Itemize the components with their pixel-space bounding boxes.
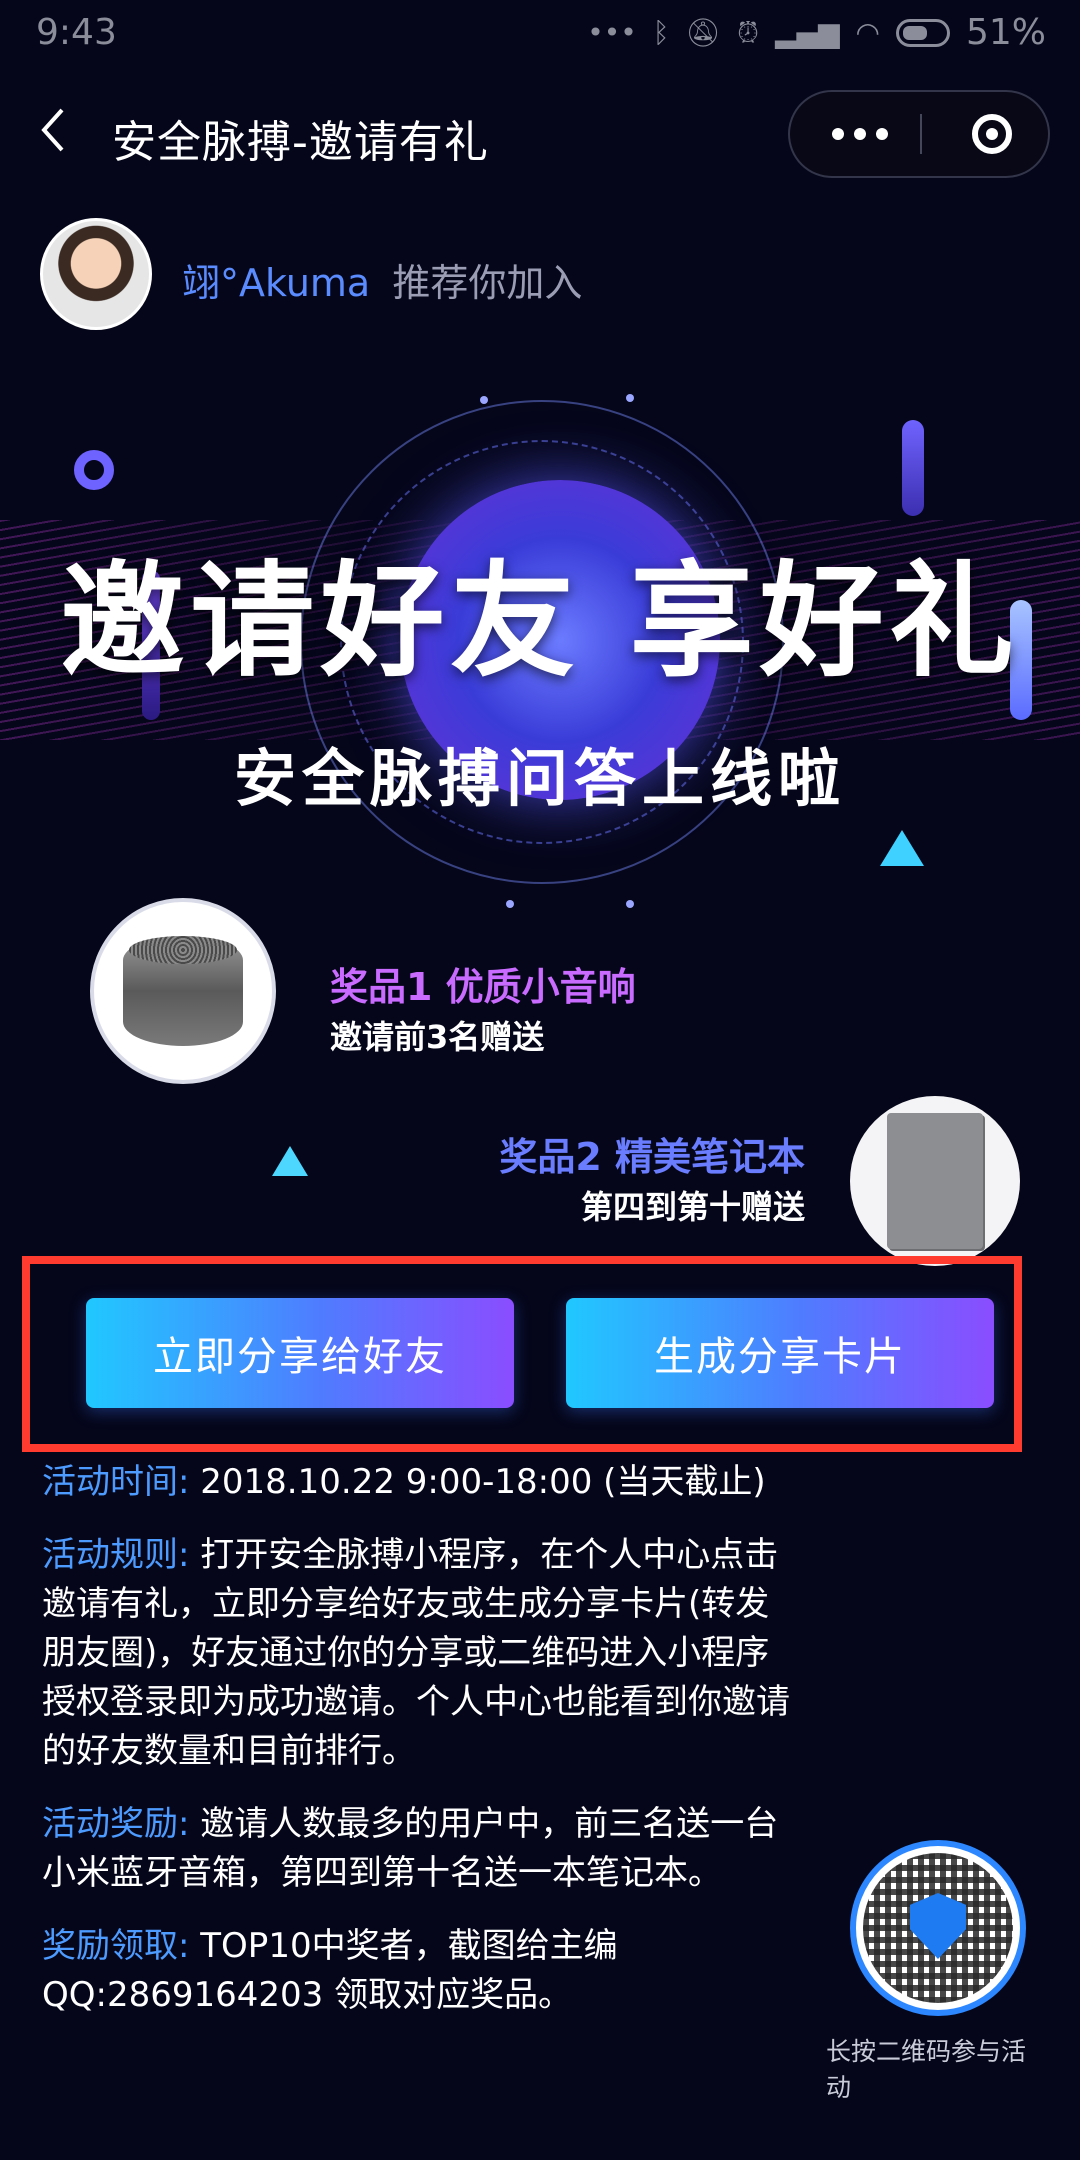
rule-text: 2018.10.22 9:00-18:00 (当天截止) [200,1462,766,1502]
bluetooth-icon: ᛒ [652,16,670,49]
battery-icon [895,18,950,47]
more-dots-icon: ••• [587,16,637,49]
avatar [40,218,152,330]
mini-program-capsule [788,90,1050,178]
signal-icon: ▂▄▆ [774,16,840,49]
rule-label: 活动奖励 [42,1804,189,1844]
dot-decoration [626,900,634,908]
inviter-text: 推荐你加入 [392,261,583,305]
prize1-title: 奖品1 优质小音响 [330,965,636,1009]
page-title: 安全脉搏-邀请有礼 [112,117,489,168]
close-button[interactable] [942,92,1042,176]
capsule-divider [920,114,922,154]
banner-subtitle: 安全脉搏问答上线啦 [233,742,846,815]
dot-decoration [480,396,488,404]
wifi-icon: ◠ [855,16,880,49]
chevron-left-icon [41,108,64,152]
shield-icon [910,1893,966,1959]
more-button[interactable] [810,92,910,176]
share-to-friends-button[interactable]: 立即分享给好友 [86,1298,514,1408]
notebook-icon [887,1113,983,1249]
dot-decoration [626,394,634,402]
more-dot-icon [854,128,866,140]
ring-decoration-icon [74,450,114,490]
notebook-image [850,1096,1020,1266]
rule-label: 活动时间 [42,1462,189,1502]
pill-decoration [902,420,924,516]
rules-section: 活动时间 2018.10.22 9:00-18:00 (当天截止) 活动规则 打… [42,1458,802,2044]
qr-pattern [863,1853,1013,2003]
rule-rewards: 活动奖励 邀请人数最多的用户中，前三名送一台小米蓝牙音箱，第四到第十名送一本笔记… [42,1800,802,1898]
back-button[interactable] [30,104,82,156]
banner-title: 邀请好友 享好礼 [60,550,1020,694]
more-dot-icon [876,128,888,140]
prize2-title: 奖品2 精美笔记本 [499,1135,805,1179]
dot-decoration [506,900,514,908]
triangle-decoration-icon [272,1146,308,1176]
rule-label: 奖励领取 [42,1926,189,1966]
qr-code[interactable] [850,1840,1026,2016]
speaker-icon [123,936,243,1046]
inviter-name: 翊°Akuma [182,261,371,305]
mute-icon: 🔕︎ [685,16,722,49]
rule-time: 活动时间 2018.10.22 9:00-18:00 (当天截止) [42,1458,802,1507]
alarm-icon: ⏰︎ [737,15,759,49]
banner: 邀请好友 享好礼 安全脉搏问答上线啦 [0,360,1080,920]
rule-claim: 奖励领取 TOP10中奖者，截图给主编QQ:2869164203 领取对应奖品。 [42,1922,802,2020]
rule-label: 活动规则 [42,1535,189,1575]
status-time: 9:43 [36,12,117,53]
inviter-row: 翊°Akuma 推荐你加入 [182,252,582,307]
status-bar: 9:43 ••• ᛒ 🔕︎ ⏰︎ ▂▄▆ ◠ 51% [0,0,1080,70]
close-target-icon [972,114,1012,154]
qr-caption: 长按二维码参与活动 [826,2037,1027,2102]
triangle-decoration-icon [880,830,924,866]
speaker-image [90,898,276,1084]
status-icons: ••• ᛒ 🔕︎ ⏰︎ ▂▄▆ ◠ 51% [587,12,1046,53]
generate-share-card-button[interactable]: 生成分享卡片 [566,1298,994,1408]
prize1-desc: 邀请前3名赠送 [330,1018,545,1056]
prize2-desc: 第四到第十赠送 [580,1188,805,1226]
rule-rules: 活动规则 打开安全脉搏小程序，在个人中心点击邀请有礼，立即分享给好友或生成分享卡… [42,1531,802,1776]
battery-percent: 51% [965,12,1046,53]
more-dot-icon [832,128,844,140]
